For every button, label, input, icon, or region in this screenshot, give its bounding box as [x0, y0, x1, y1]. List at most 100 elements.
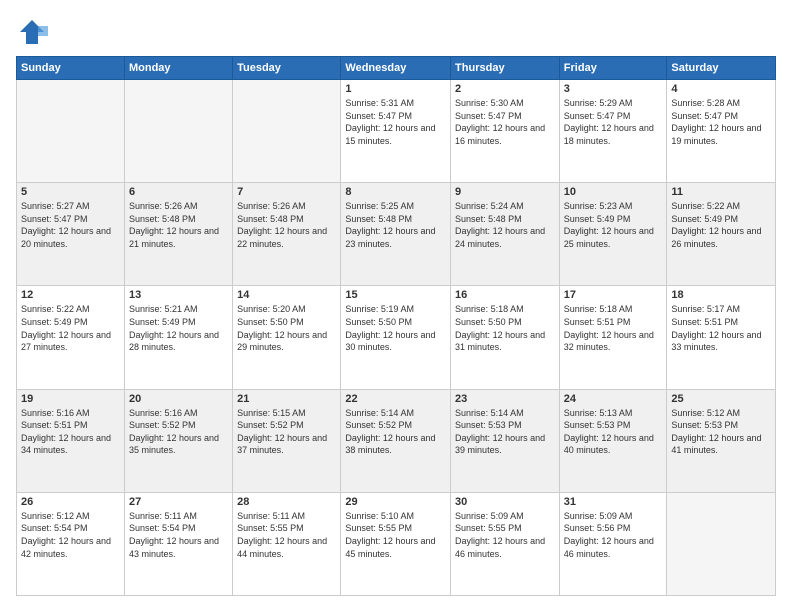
day-number: 11: [671, 186, 771, 198]
day-cell: 16Sunrise: 5:18 AM Sunset: 5:50 PM Dayli…: [451, 286, 560, 389]
day-cell: 18Sunrise: 5:17 AM Sunset: 5:51 PM Dayli…: [667, 286, 776, 389]
day-info: Sunrise: 5:11 AM Sunset: 5:55 PM Dayligh…: [237, 510, 336, 560]
logo: [16, 16, 52, 48]
day-number: 5: [21, 186, 120, 198]
day-info: Sunrise: 5:24 AM Sunset: 5:48 PM Dayligh…: [455, 200, 555, 250]
week-row-5: 26 Sunrise: 5:12 AM Sunset: 5:54 PM Dayli…: [17, 492, 776, 595]
day-cell: 22 Sunrise: 5:14 AM Sunset: 5:52 PM Dayli…: [341, 389, 451, 492]
day-cell: [124, 80, 232, 183]
day-number: 17: [564, 289, 663, 301]
day-info: Sunrise: 5:22 AM Sunset: 5:49 PM Dayligh…: [671, 200, 771, 250]
day-cell: 7 Sunrise: 5:26 AM Sunset: 5:48 PM Daylig…: [233, 183, 341, 286]
day-info: Sunrise: 5:10 AM Sunset: 5:55 PM Dayligh…: [345, 510, 446, 560]
day-info: Sunrise: 5:12 AM Sunset: 5:53 PM Dayligh…: [671, 407, 771, 457]
logo-icon: [16, 16, 48, 48]
day-info: Sunrise: 5:31 AM Sunset: 5:47 PM Dayligh…: [345, 97, 446, 147]
day-info: Sunrise: 5:19 AM Sunset: 5:50 PM Dayligh…: [345, 303, 446, 353]
day-header-tuesday: Tuesday: [233, 57, 341, 80]
day-info: Sunrise: 5:16 AM Sunset: 5:51 PM Dayligh…: [21, 407, 120, 457]
day-info: Sunrise: 5:21 AM Sunset: 5:49 PM Dayligh…: [129, 303, 228, 353]
day-info: Sunrise: 5:13 AM Sunset: 5:53 PM Dayligh…: [564, 407, 663, 457]
day-cell: [233, 80, 341, 183]
day-number: 13: [129, 289, 228, 301]
day-info: Sunrise: 5:30 AM Sunset: 5:47 PM Dayligh…: [455, 97, 555, 147]
day-cell: 14 Sunrise: 5:20 AM Sunset: 5:50 PM Dayli…: [233, 286, 341, 389]
day-info: Sunrise: 5:25 AM Sunset: 5:48 PM Dayligh…: [345, 200, 446, 250]
header: [16, 16, 776, 48]
day-cell: 8Sunrise: 5:25 AM Sunset: 5:48 PM Daylig…: [341, 183, 451, 286]
day-cell: [667, 492, 776, 595]
day-cell: 3 Sunrise: 5:29 AM Sunset: 5:47 PM Daylig…: [559, 80, 667, 183]
day-info: Sunrise: 5:17 AM Sunset: 5:51 PM Dayligh…: [671, 303, 771, 353]
day-number: 4: [671, 83, 771, 95]
day-cell: 20Sunrise: 5:16 AM Sunset: 5:52 PM Dayli…: [124, 389, 232, 492]
day-cell: 5 Sunrise: 5:27 AM Sunset: 5:47 PM Daylig…: [17, 183, 125, 286]
day-header-friday: Friday: [559, 57, 667, 80]
day-info: Sunrise: 5:09 AM Sunset: 5:56 PM Dayligh…: [564, 510, 663, 560]
day-cell: 11 Sunrise: 5:22 AM Sunset: 5:49 PM Dayli…: [667, 183, 776, 286]
day-info: Sunrise: 5:23 AM Sunset: 5:49 PM Dayligh…: [564, 200, 663, 250]
day-info: Sunrise: 5:09 AM Sunset: 5:55 PM Dayligh…: [455, 510, 555, 560]
day-number: 22: [345, 393, 446, 405]
day-header-thursday: Thursday: [451, 57, 560, 80]
day-cell: 17 Sunrise: 5:18 AM Sunset: 5:51 PM Dayli…: [559, 286, 667, 389]
day-number: 25: [671, 393, 771, 405]
day-cell: 24Sunrise: 5:13 AM Sunset: 5:53 PM Dayli…: [559, 389, 667, 492]
day-cell: 12Sunrise: 5:22 AM Sunset: 5:49 PM Dayli…: [17, 286, 125, 389]
day-info: Sunrise: 5:28 AM Sunset: 5:47 PM Dayligh…: [671, 97, 771, 147]
day-number: 23: [455, 393, 555, 405]
day-header-monday: Monday: [124, 57, 232, 80]
day-cell: 4 Sunrise: 5:28 AM Sunset: 5:47 PM Daylig…: [667, 80, 776, 183]
day-number: 28: [237, 496, 336, 508]
day-info: Sunrise: 5:18 AM Sunset: 5:51 PM Dayligh…: [564, 303, 663, 353]
day-info: Sunrise: 5:20 AM Sunset: 5:50 PM Dayligh…: [237, 303, 336, 353]
day-number: 6: [129, 186, 228, 198]
day-info: Sunrise: 5:12 AM Sunset: 5:54 PM Dayligh…: [21, 510, 120, 560]
day-header-sunday: Sunday: [17, 57, 125, 80]
day-info: Sunrise: 5:11 AM Sunset: 5:54 PM Dayligh…: [129, 510, 228, 560]
day-number: 9: [455, 186, 555, 198]
day-number: 3: [564, 83, 663, 95]
day-info: Sunrise: 5:29 AM Sunset: 5:47 PM Dayligh…: [564, 97, 663, 147]
day-header-saturday: Saturday: [667, 57, 776, 80]
day-cell: 27 Sunrise: 5:11 AM Sunset: 5:54 PM Dayli…: [124, 492, 232, 595]
day-info: Sunrise: 5:14 AM Sunset: 5:52 PM Dayligh…: [345, 407, 446, 457]
calendar: SundayMondayTuesdayWednesdayThursdayFrid…: [16, 56, 776, 596]
day-cell: 19 Sunrise: 5:16 AM Sunset: 5:51 PM Dayli…: [17, 389, 125, 492]
day-info: Sunrise: 5:26 AM Sunset: 5:48 PM Dayligh…: [237, 200, 336, 250]
day-number: 20: [129, 393, 228, 405]
day-cell: 2Sunrise: 5:30 AM Sunset: 5:47 PM Daylig…: [451, 80, 560, 183]
day-cell: 28 Sunrise: 5:11 AM Sunset: 5:55 PM Dayli…: [233, 492, 341, 595]
day-cell: 10 Sunrise: 5:23 AM Sunset: 5:49 PM Dayli…: [559, 183, 667, 286]
day-info: Sunrise: 5:26 AM Sunset: 5:48 PM Dayligh…: [129, 200, 228, 250]
day-cell: [17, 80, 125, 183]
day-number: 12: [21, 289, 120, 301]
day-number: 21: [237, 393, 336, 405]
day-info: Sunrise: 5:14 AM Sunset: 5:53 PM Dayligh…: [455, 407, 555, 457]
day-cell: 9 Sunrise: 5:24 AM Sunset: 5:48 PM Daylig…: [451, 183, 560, 286]
day-number: 15: [345, 289, 446, 301]
day-cell: 31 Sunrise: 5:09 AM Sunset: 5:56 PM Dayli…: [559, 492, 667, 595]
day-number: 30: [455, 496, 555, 508]
day-number: 27: [129, 496, 228, 508]
day-number: 10: [564, 186, 663, 198]
day-cell: 29 Sunrise: 5:10 AM Sunset: 5:55 PM Dayli…: [341, 492, 451, 595]
day-info: Sunrise: 5:18 AM Sunset: 5:50 PM Dayligh…: [455, 303, 555, 353]
day-cell: 15 Sunrise: 5:19 AM Sunset: 5:50 PM Dayli…: [341, 286, 451, 389]
day-cell: 26 Sunrise: 5:12 AM Sunset: 5:54 PM Dayli…: [17, 492, 125, 595]
day-header-wednesday: Wednesday: [341, 57, 451, 80]
day-number: 29: [345, 496, 446, 508]
week-row-4: 19 Sunrise: 5:16 AM Sunset: 5:51 PM Dayli…: [17, 389, 776, 492]
day-number: 31: [564, 496, 663, 508]
day-cell: 23 Sunrise: 5:14 AM Sunset: 5:53 PM Dayli…: [451, 389, 560, 492]
day-cell: 6 Sunrise: 5:26 AM Sunset: 5:48 PM Daylig…: [124, 183, 232, 286]
page: SundayMondayTuesdayWednesdayThursdayFrid…: [0, 0, 792, 612]
day-cell: 30 Sunrise: 5:09 AM Sunset: 5:55 PM Dayli…: [451, 492, 560, 595]
day-cell: 1Sunrise: 5:31 AM Sunset: 5:47 PM Daylig…: [341, 80, 451, 183]
day-cell: 25 Sunrise: 5:12 AM Sunset: 5:53 PM Dayli…: [667, 389, 776, 492]
day-info: Sunrise: 5:27 AM Sunset: 5:47 PM Dayligh…: [21, 200, 120, 250]
day-number: 14: [237, 289, 336, 301]
day-number: 26: [21, 496, 120, 508]
day-number: 7: [237, 186, 336, 198]
day-number: 19: [21, 393, 120, 405]
